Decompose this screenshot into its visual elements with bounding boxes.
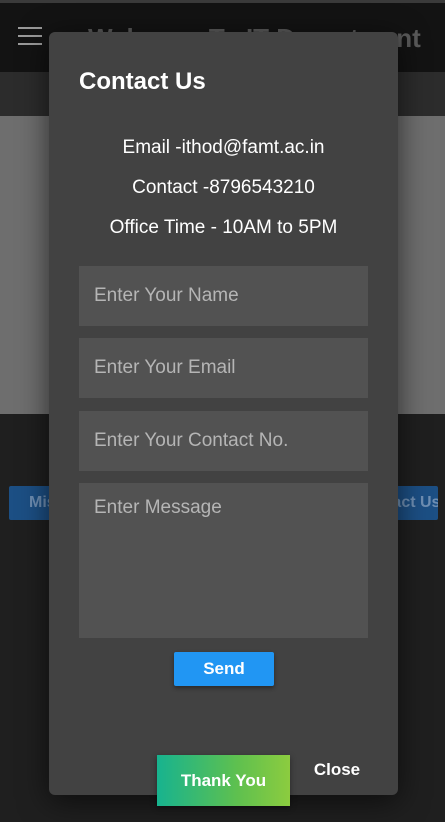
office-time-info: Office Time - 10AM to 5PM <box>109 217 338 238</box>
message-textarea[interactable] <box>79 483 368 638</box>
name-input[interactable] <box>79 266 368 326</box>
dialog-title: Contact Us <box>79 68 206 95</box>
contact-info: Contact -8796543210 <box>132 177 315 198</box>
app-root: Welcome To IT Department Mission Contact… <box>0 0 445 822</box>
contact-us-dialog: Contact Us Email -ithod@famt.ac.in Conta… <box>49 32 398 795</box>
email-input[interactable] <box>79 338 368 398</box>
thank-you-button[interactable]: Thank You <box>157 755 290 806</box>
hamburger-menu-icon[interactable] <box>18 27 48 51</box>
close-button[interactable]: Close <box>303 755 371 785</box>
send-button[interactable]: Send <box>174 652 274 686</box>
email-info: Email -ithod@famt.ac.in <box>122 137 325 158</box>
contact-number-input[interactable] <box>79 411 368 471</box>
